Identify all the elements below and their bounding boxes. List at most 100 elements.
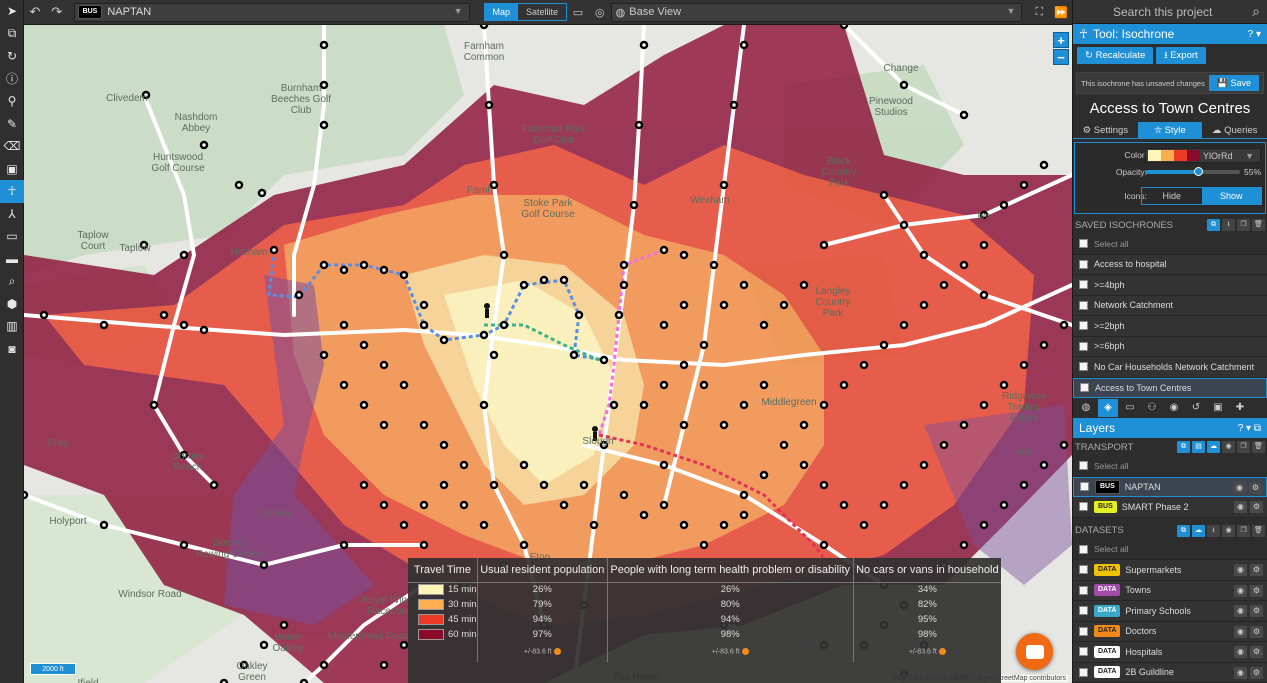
bus-stop-marker[interactable]: [439, 335, 449, 345]
saved-isochrone-item[interactable]: >=6bph: [1073, 336, 1267, 357]
bus-stop-marker[interactable]: [39, 310, 49, 320]
bus-stop-marker[interactable]: [719, 180, 729, 190]
eye-icon[interactable]: ◉: [1234, 584, 1247, 597]
checkbox[interactable]: [1079, 280, 1088, 290]
bus-stop-marker[interactable]: [419, 320, 429, 330]
save-button[interactable]: 💾 Save: [1208, 75, 1259, 91]
bus-stop-marker[interactable]: [359, 400, 369, 410]
bus-stop-marker[interactable]: [419, 540, 429, 550]
bus-stop-marker[interactable]: [379, 265, 389, 275]
layer-row[interactable]: BUS NAPTAN ◉ ⚙: [1073, 476, 1267, 497]
bus-stop-marker[interactable]: [659, 380, 669, 390]
bus-stop-marker[interactable]: [659, 460, 669, 470]
bus-stop-marker[interactable]: [569, 350, 579, 360]
tool-copy-layer[interactable]: ⧉: [0, 23, 24, 46]
tool-chart[interactable]: ▥: [0, 315, 24, 338]
checkbox[interactable]: [1079, 565, 1088, 575]
bus-stop-marker[interactable]: [899, 220, 909, 230]
checkbox[interactable]: [1079, 259, 1088, 269]
bus-stop-marker[interactable]: [639, 400, 649, 410]
duplicate-icon[interactable]: ❐: [1237, 441, 1250, 453]
recalculate-button[interactable]: ↻ Recalculate: [1077, 46, 1154, 64]
bus-stop-marker[interactable]: [257, 188, 267, 198]
bus-stop-marker[interactable]: [489, 480, 499, 490]
bus-stop-marker[interactable]: [519, 280, 529, 290]
checkbox[interactable]: [1079, 239, 1088, 249]
bus-stop-marker[interactable]: [1039, 460, 1049, 470]
duplicate-icon[interactable]: ❐: [1237, 524, 1250, 537]
bus-stop-marker[interactable]: [439, 440, 449, 450]
bus-stop-marker[interactable]: [719, 300, 729, 310]
bus-stop-marker[interactable]: [489, 350, 499, 360]
bus-stop-marker[interactable]: [319, 120, 329, 130]
bus-stop-marker[interactable]: [679, 300, 689, 310]
bus-stop-marker[interactable]: [419, 420, 429, 430]
gear-icon[interactable]: ⚙: [1250, 564, 1263, 576]
bus-stop-marker[interactable]: [939, 280, 949, 290]
bus-stop-marker[interactable]: [399, 520, 409, 530]
fullscreen-icon[interactable]: ⛶: [1028, 6, 1050, 19]
bus-stop-marker[interactable]: [359, 340, 369, 350]
eye-icon[interactable]: ◉: [1222, 524, 1235, 537]
bus-stop-marker[interactable]: [799, 280, 809, 290]
select-all-saved[interactable]: Select all: [1073, 234, 1267, 255]
copy-icon[interactable]: ⧉: [1207, 219, 1220, 231]
cloud-icon[interactable]: ☁: [1207, 441, 1220, 453]
gear-icon[interactable]: ⚙: [1250, 646, 1263, 658]
bus-stop-marker[interactable]: [629, 200, 639, 210]
bus-stop-marker[interactable]: [479, 400, 489, 410]
redo-button[interactable]: ↷: [46, 4, 68, 20]
bus-stop-marker[interactable]: [479, 520, 489, 530]
bus-stop-marker[interactable]: [719, 520, 729, 530]
bus-stop-marker[interactable]: [739, 400, 749, 410]
layer-row[interactable]: DATA Primary Schools ◉ ⚙: [1073, 601, 1267, 622]
bus-stop-marker[interactable]: [859, 520, 869, 530]
bus-stop-marker[interactable]: [479, 25, 489, 30]
tool-select-arrow[interactable]: ➤: [0, 0, 24, 23]
bus-stop-marker[interactable]: [859, 360, 869, 370]
eye-icon[interactable]: ◉: [1234, 564, 1247, 576]
bus-stop-marker[interactable]: [459, 500, 469, 510]
undo-button[interactable]: ↶: [24, 4, 46, 20]
tool-camera[interactable]: ◙: [0, 338, 24, 361]
history-icon[interactable]: ↺: [1186, 399, 1206, 417]
icons-show-button[interactable]: Show: [1201, 188, 1261, 204]
layer-row[interactable]: DATA Supermarkets ◉ ⚙: [1073, 560, 1267, 581]
bus-stop-marker[interactable]: [579, 480, 589, 490]
tool-bus[interactable]: ▣: [0, 158, 24, 181]
checkbox[interactable]: [1079, 502, 1088, 512]
bus-stop-marker[interactable]: [739, 510, 749, 520]
bus-stop-marker[interactable]: [879, 340, 889, 350]
bus-stop-marker[interactable]: [899, 320, 909, 330]
bus-stop-marker[interactable]: [559, 500, 569, 510]
bus-stop-marker[interactable]: [619, 490, 629, 500]
bus-stop-marker[interactable]: [599, 355, 609, 365]
bus-stop-marker[interactable]: [479, 330, 489, 340]
bus-stop-marker[interactable]: [634, 120, 644, 130]
bus-stop-marker[interactable]: [819, 540, 829, 550]
bus-stop-marker[interactable]: [819, 240, 829, 250]
bus-stop-marker[interactable]: [614, 310, 624, 320]
map-canvas[interactable]: Farnham Common Burnham Beeches Golf Club C…: [24, 25, 1072, 683]
tab-settings[interactable]: ⚙ Settings: [1073, 122, 1138, 138]
tool-refresh[interactable]: ↻: [0, 45, 24, 68]
help-icon[interactable]: [741, 648, 749, 656]
bus-stop-marker[interactable]: [639, 510, 649, 520]
tool-box[interactable]: ⬢: [0, 293, 24, 316]
project-search[interactable]: Search this project ⌕: [1073, 0, 1267, 24]
export-button[interactable]: ⭳ Export: [1156, 46, 1206, 64]
help-icon[interactable]: [938, 648, 946, 656]
comment-icon[interactable]: ▭: [1120, 399, 1140, 417]
bus-stop-marker[interactable]: [419, 500, 429, 510]
bus-stop-marker[interactable]: [199, 325, 209, 335]
saved-isochrone-item[interactable]: >=2bph: [1073, 316, 1267, 337]
download-icon[interactable]: ⭳: [1207, 524, 1220, 537]
bus-stop-marker[interactable]: [1039, 160, 1049, 170]
icons-hide-button[interactable]: Hide: [1142, 188, 1202, 204]
globe-icon[interactable]: ◍: [1076, 399, 1096, 417]
eye-icon[interactable]: ◉: [1234, 646, 1247, 658]
checkbox[interactable]: [1079, 626, 1088, 636]
bus-stop-marker[interactable]: [979, 400, 989, 410]
bus-stop-marker[interactable]: [759, 320, 769, 330]
tool-marker[interactable]: ⚲: [0, 90, 24, 113]
